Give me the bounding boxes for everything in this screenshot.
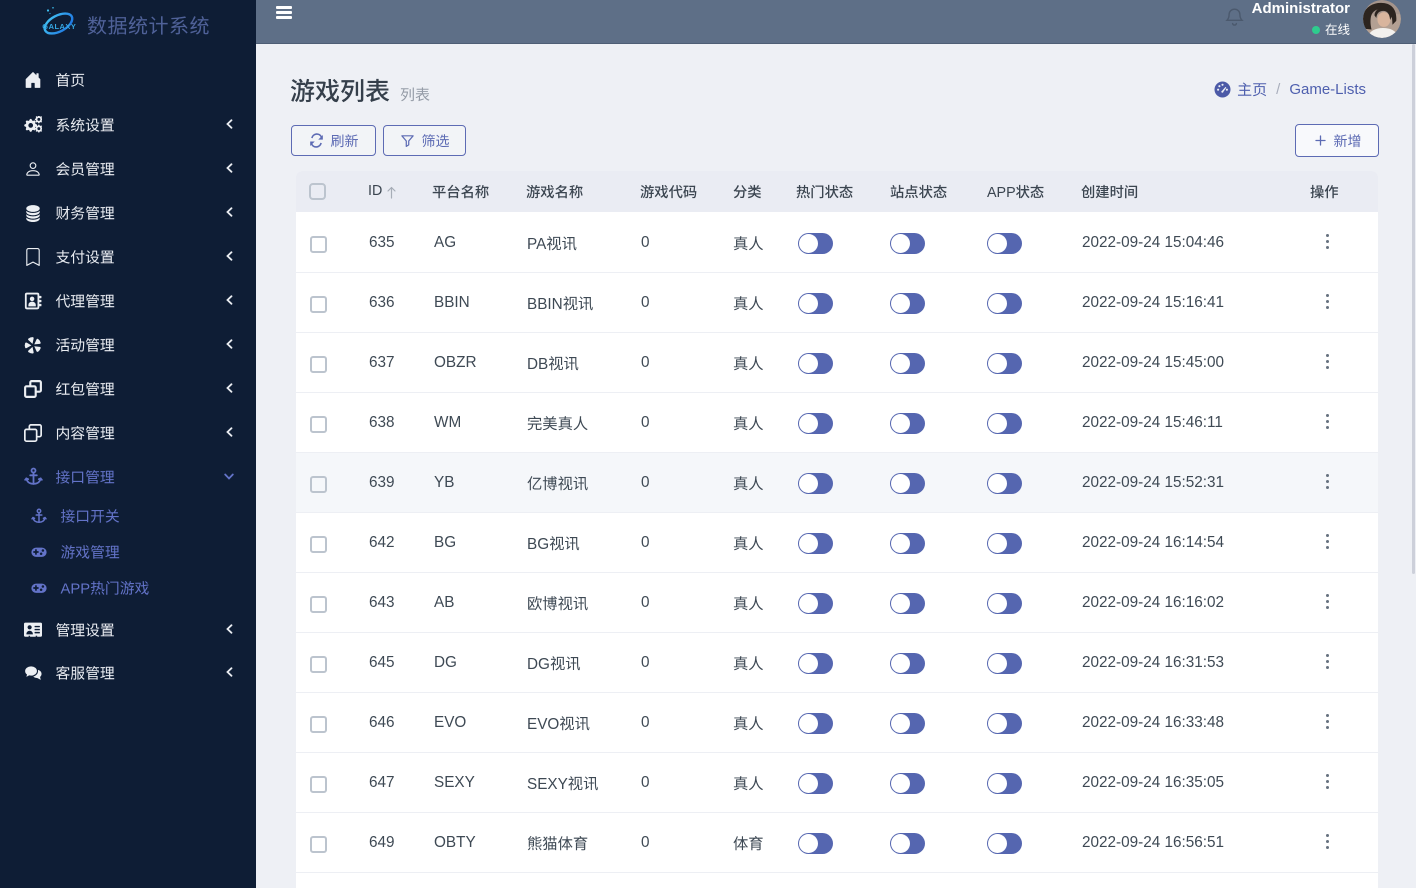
svg-text:GALAXY: GALAXY: [42, 22, 76, 31]
